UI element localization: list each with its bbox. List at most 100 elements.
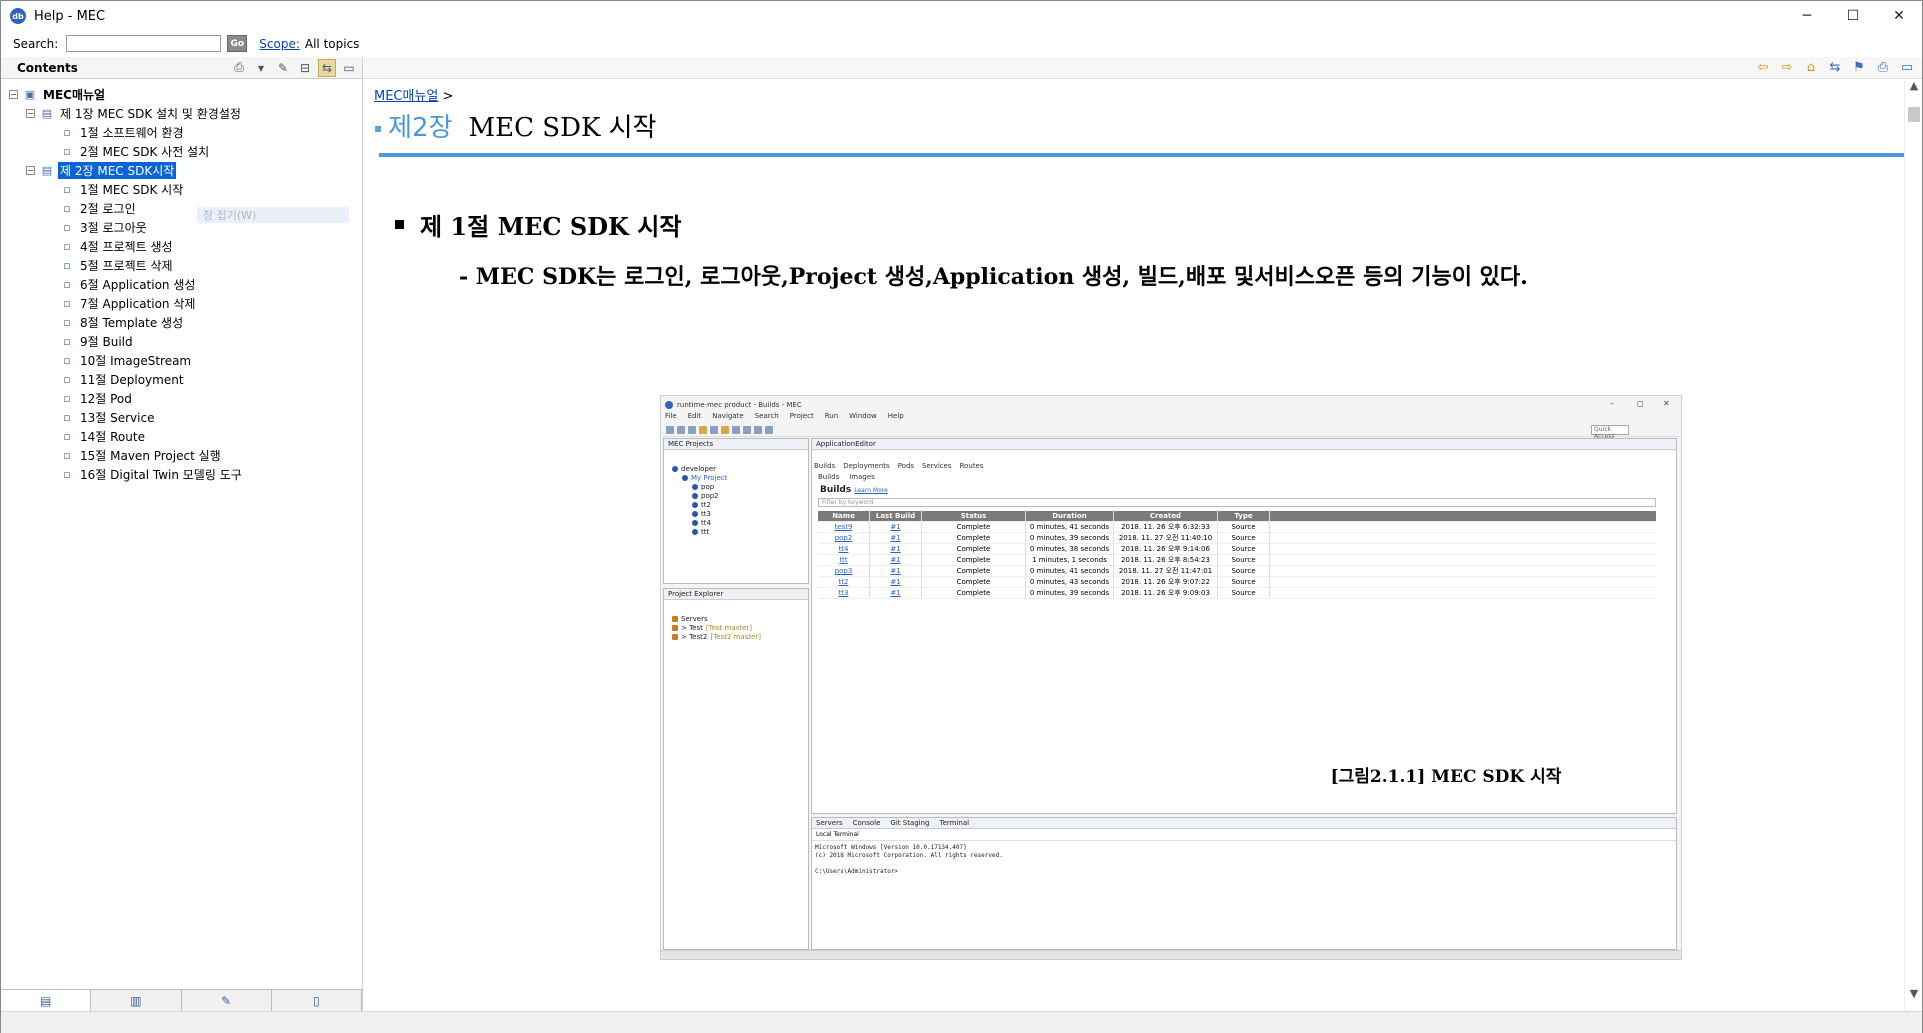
tree-item[interactable]: ▫ 14절 Route [1, 427, 362, 446]
bookmarks-tab-icon[interactable]: ▯ [272, 990, 362, 1011]
tree-item[interactable]: ▫ 13절 Service [1, 408, 362, 427]
highlight-icon[interactable]: ✎ [274, 59, 292, 77]
collapse-toggle-icon[interactable]: − [9, 90, 18, 99]
figure-title: runtime-mec product - Builds - MEC [677, 401, 802, 409]
section-description: - MEC SDK는 로그인, 로그아웃,Project 생성,Applicat… [459, 264, 1528, 290]
collapse-toggle-icon[interactable]: − [26, 109, 35, 118]
figure-explorer-label: Servers [681, 614, 708, 623]
tree-item-label[interactable]: 4절 프로젝트 생성 [78, 238, 175, 255]
figure-table-cell: Complete [922, 577, 1026, 587]
maximize-icon[interactable]: ▭ [1898, 59, 1916, 77]
tree-item[interactable]: ▫ 1절 MEC SDK 시작 [1, 180, 362, 199]
forward-arrow-icon[interactable]: ⇨ [1778, 59, 1796, 77]
tree-item[interactable]: ▫ 11절 Deployment [1, 370, 362, 389]
maximize-button[interactable]: ☐ [1830, 1, 1876, 31]
tree-item-label[interactable]: 13절 Service [78, 409, 156, 426]
tree-item-label[interactable]: 5절 프로젝트 삭제 [78, 257, 175, 274]
tree-item-label[interactable]: 1절 소프트웨어 환경 [78, 124, 186, 141]
figure-explorer-item: > Test [Test master] [664, 623, 808, 632]
tree-item-label[interactable]: 14절 Route [78, 428, 147, 445]
tree-item[interactable]: ▫ 7절 Application 삭제 [1, 294, 362, 313]
scroll-down-icon[interactable]: ▼ [1905, 987, 1923, 1005]
figure-terminal-output: Microsoft Windows [Version 10.0.17134.40… [812, 841, 1676, 879]
back-arrow-icon[interactable]: ⇦ [1754, 59, 1772, 77]
figure-subtab: Deployments [843, 462, 890, 470]
minimize-button[interactable]: ─ [1784, 1, 1830, 31]
tree-item[interactable]: ▫ 1절 소프트웨어 환경 [1, 123, 362, 142]
tree-item-label[interactable]: 9절 Build [78, 333, 135, 350]
figure-table-header: Name Last Build Status Duration Created Type [818, 511, 1656, 522]
breadcrumb: MEC매뉴얼 > [374, 85, 453, 104]
figure-project-label: tt3 [701, 509, 711, 518]
tree-item-label[interactable]: 15절 Maven Project 실행 [78, 447, 223, 464]
tree-item[interactable]: ▫ 5절 프로젝트 삭제 [1, 256, 362, 275]
tree-item[interactable]: ▫ 9절 Build [1, 332, 362, 351]
tree-item-label[interactable]: 16절 Digital Twin 모델링 도구 [78, 466, 244, 483]
close-button[interactable]: ✕ [1876, 1, 1922, 31]
tree-item[interactable]: ▫ 10절 ImageStream [1, 351, 362, 370]
tree-item-label[interactable]: 제 2장 MEC SDK시작 [58, 162, 177, 179]
tree-item[interactable]: ▫ 4절 프로젝트 생성 [1, 237, 362, 256]
tree-item[interactable]: ▫ 16절 Digital Twin 모델링 도구 [1, 465, 362, 484]
contents-tab-icon[interactable]: ▤ [1, 990, 92, 1011]
print-icon[interactable]: ⎙ [230, 59, 248, 77]
breadcrumb-link[interactable]: MEC매뉴얼 [374, 89, 438, 104]
tree-item-label[interactable]: 3절 로그아웃 [78, 219, 149, 236]
project-node-icon [672, 465, 678, 472]
tree-item-label[interactable]: 11절 Deployment [78, 371, 186, 388]
tree-item-label[interactable]: 7절 Application 삭제 [78, 295, 197, 312]
tree-item-label[interactable]: 2절 로그인 [78, 200, 138, 217]
search-input[interactable] [66, 35, 222, 52]
tree-item-label[interactable]: 6절 Application 생성 [78, 276, 197, 293]
figure-table-cell: #1 [870, 544, 922, 554]
tree-item[interactable]: − ▤ 제 1장 MEC SDK 설치 및 환경설정 [1, 104, 362, 123]
print-icon[interactable]: ⎙ [1874, 59, 1892, 77]
tree-item-label[interactable]: 10절 ImageStream [78, 352, 193, 369]
scope-link[interactable]: Scope: [259, 37, 300, 51]
figure-table-cell: 0 minutes, 39 seconds [1026, 588, 1114, 598]
document-scrollbar[interactable]: ▲ ▼ [1904, 79, 1922, 1011]
figure-screenshot: runtime-mec product - Builds - MEC – ◻ ✕… [660, 395, 1682, 960]
figure-column-header: Type [1218, 511, 1270, 521]
tree-item-label[interactable]: 8절 Template 생성 [78, 314, 185, 331]
figure-table-cell: Source [1218, 566, 1270, 576]
figure-table-cell: 0 minutes, 39 seconds [1026, 533, 1114, 543]
tree-item-label[interactable]: 12절 Pod [78, 390, 134, 407]
tree-item[interactable]: ▫ 2절 MEC SDK 사전 설치 [1, 142, 362, 161]
figure-project-label: My Project [691, 473, 728, 482]
search-label: Search: [13, 36, 59, 51]
tree-item[interactable]: ▫ 12절 Pod [1, 389, 362, 408]
go-button[interactable]: Go [227, 35, 248, 52]
search-bar: Search: Go Scope: All topics [1, 31, 1922, 56]
figure-table-cell: Source [1218, 555, 1270, 565]
figure-console-tab: Servers [816, 819, 843, 827]
link-with-contents-icon[interactable]: ⇆ [318, 58, 336, 77]
tree-item[interactable]: ▫ 8절 Template 생성 [1, 313, 362, 332]
tree-item-label[interactable]: MEC매뉴얼 [41, 86, 107, 103]
home-icon[interactable]: ⌂ [1802, 59, 1820, 77]
scroll-thumb[interactable] [1908, 107, 1920, 122]
collapse-toggle-icon[interactable]: − [26, 166, 35, 175]
bullet-square-icon [395, 220, 404, 229]
section-title: 제 1절 MEC SDK 시작 [420, 212, 682, 241]
dropdown-icon[interactable]: ▾ [252, 59, 270, 77]
maximize-pane-icon[interactable]: ▭ [340, 59, 358, 77]
tree-item[interactable]: ▫ 15절 Maven Project 실행 [1, 446, 362, 465]
tree-item-label[interactable]: 1절 MEC SDK 시작 [78, 181, 185, 198]
folder-icon [672, 624, 678, 631]
show-in-contents-icon[interactable]: ⇆ [1826, 59, 1844, 77]
figure-subtab: Builds [814, 462, 836, 470]
scroll-up-icon[interactable]: ▲ [1905, 79, 1923, 97]
index-tab-icon[interactable]: ▥ [91, 990, 182, 1011]
tree-item[interactable]: − ▣ MEC매뉴얼 [1, 85, 362, 104]
collapse-all-icon[interactable]: ⊟ [296, 59, 314, 77]
tree-item-label[interactable]: 2절 MEC SDK 사전 설치 [78, 143, 211, 160]
chapter-title: ▪ 제2장 MEC SDK 시작 [374, 107, 656, 144]
chapter-number: 제2장 [388, 113, 453, 143]
tree-item[interactable]: ▫ 6절 Application 생성 [1, 275, 362, 294]
tree-item[interactable]: − ▤ 제 2장 MEC SDK시작 [1, 161, 362, 180]
scope-value: All topics [304, 36, 360, 51]
tree-item-label[interactable]: 제 1장 MEC SDK 설치 및 환경설정 [58, 105, 243, 122]
search-tab-icon[interactable]: ✎ [182, 990, 272, 1011]
bookmark-icon[interactable]: ⚑ [1850, 59, 1868, 77]
